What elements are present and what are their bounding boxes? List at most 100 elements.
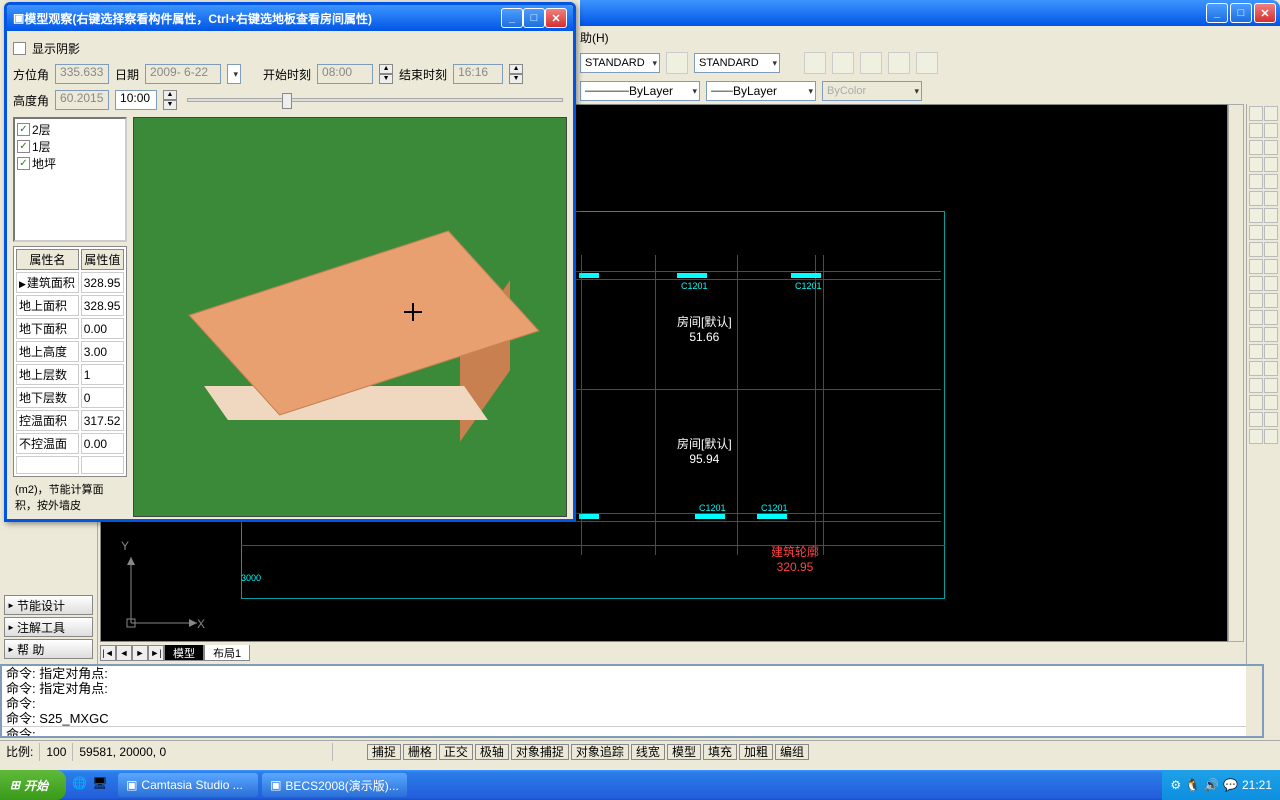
dialog-titlebar[interactable]: ▣ 模型观察(右键选择察看构件属性，Ctrl+右键选地板查看房间属性) _ □ … [7, 5, 573, 31]
main-close-button[interactable]: ✕ [1254, 3, 1276, 23]
rtool-12[interactable] [1264, 191, 1278, 206]
prop-row[interactable]: 地上层数1 [16, 364, 124, 385]
rtool-32[interactable] [1264, 361, 1278, 376]
rtool-21[interactable] [1249, 276, 1263, 291]
layer-list[interactable]: ✓2层 ✓1层 ✓地坪 [13, 117, 127, 242]
rtool-5[interactable] [1249, 140, 1263, 155]
sidebar-btn-annotate[interactable]: 注解工具 [4, 617, 93, 637]
rtool-17[interactable] [1249, 242, 1263, 257]
rtool-37[interactable] [1249, 412, 1263, 427]
elevation-input[interactable]: 60.2015 [55, 90, 109, 110]
tray-icon-4[interactable]: 💬 [1223, 778, 1238, 792]
tray-icon-1[interactable]: ⚙ [1170, 778, 1181, 792]
toggle-lwt[interactable]: 线宽 [631, 744, 665, 760]
rtool-35[interactable] [1249, 395, 1263, 410]
rtool-23[interactable] [1249, 293, 1263, 308]
end-time-input[interactable]: 16:16 [453, 64, 503, 84]
prop-row[interactable]: 建筑面积328.95 [16, 272, 124, 293]
rtool-10[interactable] [1264, 174, 1278, 189]
dialog-close-button[interactable]: ✕ [545, 8, 567, 28]
start-time-spinner[interactable]: ▲▼ [379, 64, 393, 84]
system-tray[interactable]: ⚙ 🐧 🔊 💬 21:21 [1162, 770, 1280, 800]
taskbar-camtasia[interactable]: ▣ Camtasia Studio ... [118, 773, 258, 797]
rtool-38[interactable] [1264, 412, 1278, 427]
rtool-31[interactable] [1249, 361, 1263, 376]
rtool-14[interactable] [1264, 208, 1278, 223]
toggle-snap[interactable]: 捕捉 [367, 744, 401, 760]
tray-icon-2[interactable]: 🐧 [1185, 778, 1200, 792]
cmd-scrollbar[interactable] [1246, 666, 1262, 736]
tab-last[interactable]: ►| [148, 645, 164, 661]
toggle-model[interactable]: 模型 [667, 744, 701, 760]
start-button[interactable]: ⊞ 开始 [0, 770, 66, 800]
tool-icon-4[interactable] [888, 52, 910, 74]
rtool-7[interactable] [1249, 157, 1263, 172]
tool-icon-5[interactable] [916, 52, 938, 74]
tab-prev[interactable]: ◄ [116, 645, 132, 661]
toggle-osnap[interactable]: 对象捕捉 [511, 744, 569, 760]
rtool-8[interactable] [1264, 157, 1278, 172]
tool-icon-2[interactable] [832, 52, 854, 74]
layer-check-2f[interactable]: ✓ [17, 123, 30, 136]
rtool-36[interactable] [1264, 395, 1278, 410]
date-picker-button[interactable] [227, 64, 241, 84]
rtool-2[interactable] [1264, 106, 1278, 121]
rtool-13[interactable] [1249, 208, 1263, 223]
prop-row[interactable]: 地上面积328.95 [16, 295, 124, 316]
tray-icon-3[interactable]: 🔊 [1204, 778, 1219, 792]
prop-row[interactable]: 不控温面0.00 [16, 433, 124, 454]
command-area[interactable]: 命令: 指定对角点: 命令: 指定对角点: 命令: 命令: S25_MXGC 命… [0, 664, 1264, 738]
canvas-scrollbar-v[interactable] [1228, 104, 1244, 642]
textstyle-dropdown-1[interactable]: STANDARD [580, 53, 660, 73]
time-slider[interactable] [187, 98, 563, 102]
rtool-33[interactable] [1249, 378, 1263, 393]
prop-row[interactable]: 地上高度3.00 [16, 341, 124, 362]
color-dropdown[interactable]: ByColor [822, 81, 922, 101]
rtool-27[interactable] [1249, 327, 1263, 342]
model-viewer-dialog[interactable]: ▣ 模型观察(右键选择察看构件属性，Ctrl+右键选地板查看房间属性) _ □ … [4, 2, 576, 522]
rtool-15[interactable] [1249, 225, 1263, 240]
tab-first[interactable]: |◄ [100, 645, 116, 661]
tool-icon-1[interactable] [804, 52, 826, 74]
3d-viewport[interactable] [133, 117, 567, 517]
dialog-maximize-button[interactable]: □ [523, 8, 545, 28]
tab-next[interactable]: ► [132, 645, 148, 661]
layer-item-ground[interactable]: ✓地坪 [17, 155, 123, 172]
rtool-28[interactable] [1264, 327, 1278, 342]
prop-row[interactable]: 控温面积317.52 [16, 410, 124, 431]
menu-help[interactable]: 助(H) [580, 29, 609, 46]
sidebar-btn-help[interactable]: 帮 助 [4, 639, 93, 659]
azimuth-input[interactable]: 335.633 [55, 64, 109, 84]
rtool-11[interactable] [1249, 191, 1263, 206]
prop-row[interactable]: 地下面积0.00 [16, 318, 124, 339]
prop-row-empty[interactable] [16, 456, 124, 474]
rtool-4[interactable] [1264, 123, 1278, 138]
time-slider-thumb[interactable] [282, 93, 292, 109]
prop-row[interactable]: 地下层数0 [16, 387, 124, 408]
ql-ie-icon[interactable]: 🌐 [72, 776, 90, 794]
toggle-grid[interactable]: 栅格 [403, 744, 437, 760]
toggle-bold[interactable]: 加粗 [739, 744, 773, 760]
main-maximize-button[interactable]: □ [1230, 3, 1252, 23]
toggle-group[interactable]: 编组 [775, 744, 809, 760]
rtool-40[interactable] [1264, 429, 1278, 444]
taskbar-becs[interactable]: ▣ BECS2008(演示版)... [262, 773, 407, 797]
rtool-9[interactable] [1249, 174, 1263, 189]
rtool-24[interactable] [1264, 293, 1278, 308]
cmd-prompt[interactable]: 命令: [2, 726, 1262, 738]
main-minimize-button[interactable]: _ [1206, 3, 1228, 23]
toggle-otrack[interactable]: 对象追踪 [571, 744, 629, 760]
time-spinner[interactable]: ▲▼ [163, 90, 177, 110]
rtool-16[interactable] [1264, 225, 1278, 240]
layer-check-ground[interactable]: ✓ [17, 157, 30, 170]
rtool-30[interactable] [1264, 344, 1278, 359]
rtool-26[interactable] [1264, 310, 1278, 325]
rtool-22[interactable] [1264, 276, 1278, 291]
rtool-20[interactable] [1264, 259, 1278, 274]
layer-check-1f[interactable]: ✓ [17, 140, 30, 153]
rtool-39[interactable] [1249, 429, 1263, 444]
time-input[interactable]: 10:00 [115, 90, 157, 110]
dimstyle-icon[interactable] [666, 52, 688, 74]
rtool-25[interactable] [1249, 310, 1263, 325]
sidebar-btn-energy[interactable]: 节能设计 [4, 595, 93, 615]
